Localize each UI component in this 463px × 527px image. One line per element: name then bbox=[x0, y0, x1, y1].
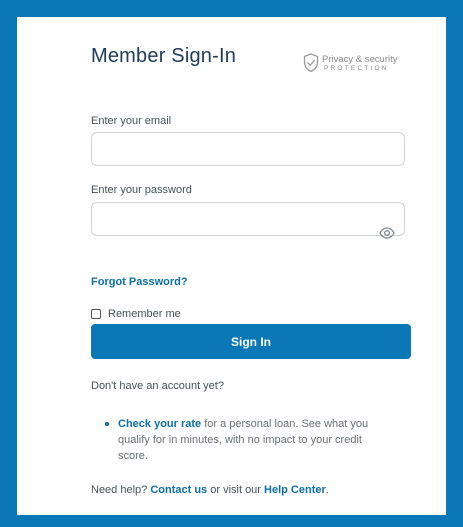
remember-me-label: Remember me bbox=[108, 308, 181, 320]
email-field[interactable] bbox=[91, 132, 405, 166]
shield-check-icon bbox=[303, 53, 319, 73]
check-rate-list-item: Check your rate for a personal loan. See… bbox=[105, 416, 380, 464]
contact-us-link[interactable]: Contact us bbox=[150, 484, 207, 496]
password-label: Enter your password bbox=[91, 184, 192, 196]
badge-title: Privacy & security bbox=[322, 54, 398, 65]
help-center-link[interactable]: Help Center bbox=[264, 484, 326, 496]
privacy-security-badge: Privacy & security PROTECTION bbox=[303, 53, 403, 77]
help-middle: or visit our bbox=[207, 484, 265, 496]
help-prefix: Need help? bbox=[91, 484, 151, 496]
email-label: Enter your email bbox=[91, 115, 172, 127]
forgot-password-link[interactable]: Forgot Password? bbox=[91, 276, 188, 288]
sign-in-button[interactable]: Sign In bbox=[91, 324, 411, 359]
signin-card: Member Sign-In Privacy & security PROTEC… bbox=[17, 17, 446, 515]
help-suffix: . bbox=[325, 484, 329, 496]
remember-me-checkbox[interactable] bbox=[91, 309, 101, 319]
help-line: Need help? Contact us or visit our Help … bbox=[91, 484, 329, 496]
list-bullet bbox=[105, 422, 109, 426]
no-account-prompt: Don't have an account yet? bbox=[91, 380, 224, 392]
eye-icon[interactable] bbox=[379, 227, 395, 239]
password-field[interactable] bbox=[91, 202, 405, 236]
page-title: Member Sign-In bbox=[91, 45, 237, 67]
check-your-rate-link[interactable]: Check your rate bbox=[118, 418, 201, 430]
check-rate-text: Check your rate for a personal loan. See… bbox=[118, 416, 380, 464]
badge-subtitle: PROTECTION bbox=[324, 65, 389, 72]
